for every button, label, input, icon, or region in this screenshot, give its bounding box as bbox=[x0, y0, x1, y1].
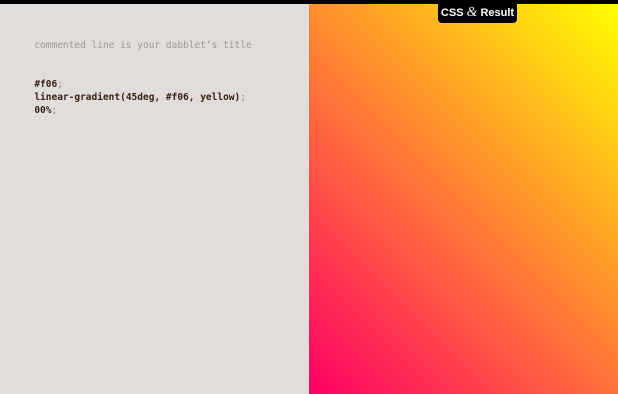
code-punctuation: ; bbox=[51, 105, 58, 116]
mode-css-label: CSS bbox=[440, 7, 464, 19]
css-editor-pane[interactable]: commented line is your dabblet’s title #… bbox=[0, 4, 309, 394]
dabblet-app: commented line is your dabblet’s title #… bbox=[0, 0, 618, 394]
comment-text: commented line is your dabblet’s title bbox=[34, 40, 252, 51]
mode-ampersand: & bbox=[466, 5, 478, 20]
code-line-3[interactable]: 00%; bbox=[0, 91, 57, 130]
code-value: 00% bbox=[34, 105, 52, 116]
result-preview-pane bbox=[309, 4, 618, 394]
code-punctuation: ; bbox=[240, 92, 246, 103]
code-comment-line[interactable]: commented line is your dabblet’s title bbox=[0, 26, 252, 65]
code-value: linear-gradient(45deg, #f06, yellow) bbox=[34, 92, 241, 103]
view-mode-switch[interactable]: CSS & Result bbox=[438, 3, 517, 23]
mode-result-label: Result bbox=[480, 7, 515, 19]
